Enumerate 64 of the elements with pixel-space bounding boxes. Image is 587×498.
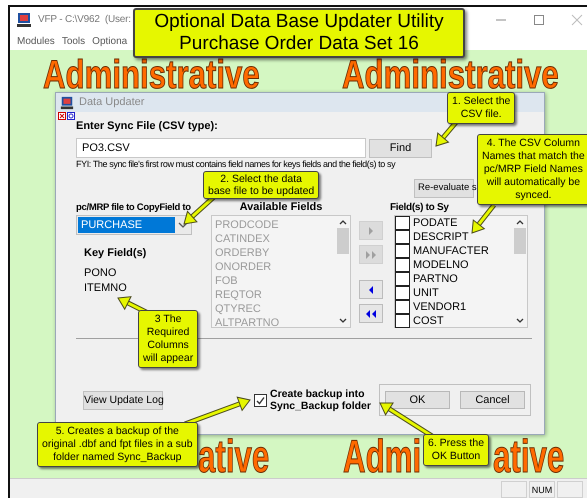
arrow [471,203,496,234]
target-file-label: pc/MRP file to CopyField to [76,201,191,214]
background-word: ative [493,436,564,476]
row-checkbox[interactable] [395,272,410,286]
callout: 1. Select the CSV file. [447,92,516,124]
num-lock-indicator: NUM [529,481,555,498]
dialog-title: Data Updater [79,95,144,110]
menu-item[interactable]: Tools [62,34,86,48]
background-word: Admi [343,436,422,476]
sync-file-field[interactable]: PO3.CSV [76,138,366,158]
background-word: Administrative [342,59,559,92]
callout: 2. Select the data base file to be updated [203,171,320,199]
list-item[interactable]: VENDOR1 [413,300,466,314]
chevron-down-icon[interactable] [515,317,525,326]
key-field: PONO [84,266,116,280]
menu-item[interactable]: Modules [17,34,55,48]
scrollbar-thumb[interactable] [514,228,526,254]
remove-all-button[interactable] [359,304,383,324]
key-fields-label: Key Field(s) [84,247,146,260]
list-item[interactable]: COST [413,314,444,328]
backup-label: Create backup into Sync_Backup folder [270,388,371,412]
circle-icon[interactable] [67,112,75,120]
callout: 3 The Required Columns will appear [138,310,198,368]
list-item[interactable]: UNIT [413,286,439,300]
maximize-icon[interactable] [533,14,545,26]
check-icon [256,396,265,405]
callout: 4. The CSV Column Names that match the pc/MRP Field Names will automatically be synced. [477,134,587,205]
list-item[interactable]: PARTNO [413,272,458,286]
callout: 5. Creates a backup of the original .dbf and fpt files in a sub folder named Sync_Backup [37,422,198,467]
reevaluate-button[interactable]: Re-evaluate s [414,179,474,198]
background-word: Administrative [43,59,260,92]
cancel-button[interactable]: Cancel [460,391,525,410]
ok-button[interactable]: OK [384,391,450,410]
target-file-value: PURCHASE [78,217,175,234]
row-checkbox[interactable] [395,230,410,244]
menu-item[interactable]: Optiona [92,34,128,48]
row-checkbox[interactable] [395,258,410,272]
sync-file-label: Enter Sync File (CSV type): [76,120,219,133]
available-fields-label: Available Fields [240,201,322,214]
target-file-dropdown[interactable]: PURCHASE [76,215,192,236]
row-checkbox[interactable] [395,244,410,258]
key-field: ITEMNO [84,281,127,296]
sync-fields-label: Field(s) to Sy [390,201,449,214]
list-item[interactable]: DESCRIPT [413,230,469,244]
chevron-up-icon[interactable] [515,218,525,226]
close-icon[interactable] [58,112,66,120]
callout: 6. Press the OK Button [423,434,490,466]
list-item[interactable]: MODELNO [413,258,469,272]
note-text: FYI: The sync file's first row must contains field names for keys fields and the field(s) to sy [76,159,396,170]
background-word: ative [198,436,270,476]
row-checkbox[interactable] [395,216,410,230]
row-checkbox[interactable] [395,300,410,314]
row-checkbox[interactable] [395,286,410,300]
remove-button[interactable] [359,280,383,300]
view-log-button[interactable]: View Update Log [83,390,163,410]
list-item[interactable]: PODATE [413,216,458,230]
row-checkbox[interactable] [395,314,410,328]
window-title: VFP - C:\V962 (User: [38,13,131,27]
backup-checkbox[interactable] [254,394,267,407]
app-icon [16,12,32,28]
title-banner: Optional Data Base Updater Utility Purchase Order Data Set 16 [133,8,465,58]
app-icon [60,96,74,110]
list-item[interactable]: MANUFACTER [413,244,489,258]
find-button[interactable]: Find [369,138,432,158]
